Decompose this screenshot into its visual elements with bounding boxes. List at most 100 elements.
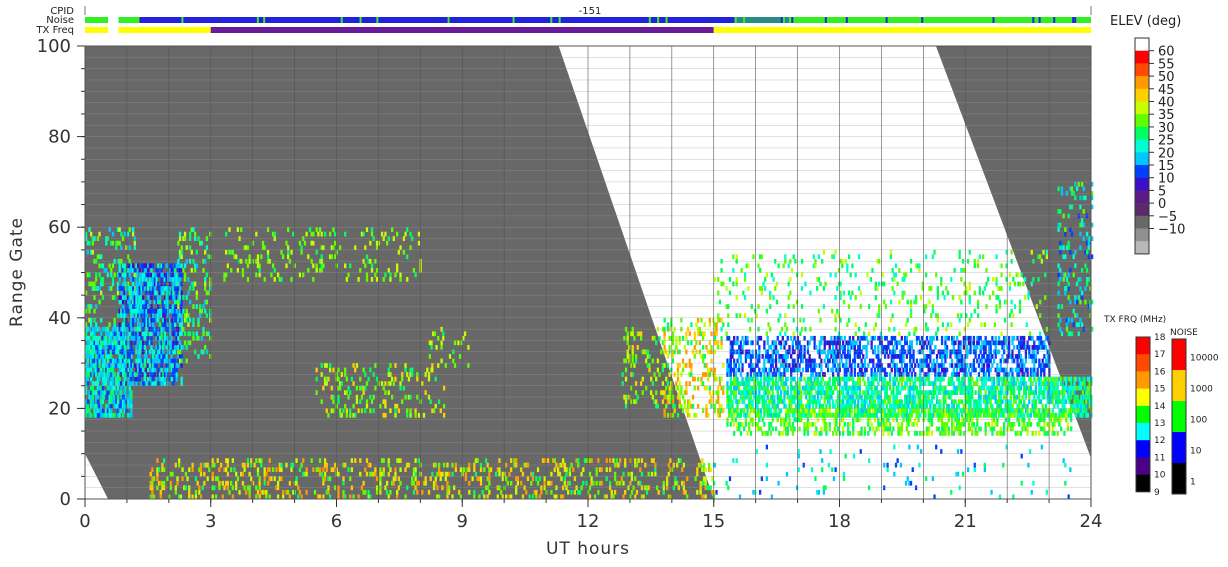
echo-cell [940,340,944,346]
echo-cell [389,277,392,282]
echo-cell [98,286,101,291]
echo-cell [945,344,949,350]
echo-cell [192,227,195,232]
echo-cell [708,322,711,328]
echo-cell [347,467,350,473]
echo-cell [722,363,725,368]
echo-cell [766,340,769,346]
echo-cell [411,367,414,373]
echo-cell [633,363,636,368]
echo-cell [185,295,188,300]
txfreq-row [85,27,1091,33]
echo-cell [95,272,98,278]
echo-cell [662,489,665,495]
echo-cell [612,458,615,463]
echo-cell [204,286,207,291]
echo-cell [959,340,962,346]
echo-cell [759,335,763,341]
echo-cell [86,403,89,409]
echo-cell [414,412,417,418]
echo-cell [111,263,115,269]
echo-cell [86,376,89,382]
echo-cell [133,240,136,246]
echo-cell [650,390,653,396]
echo-cell [715,376,718,382]
echo-cell [416,489,419,495]
echo-cell [758,344,761,350]
echo-cell [451,494,454,500]
echo-cell [90,367,93,373]
echo-cell [813,408,816,414]
echo-cell [736,335,739,341]
echo-cell [842,399,845,405]
echo-cell [113,331,116,337]
echo-cell [705,363,708,368]
echo-cell [1013,358,1016,364]
echo-cell [170,317,173,323]
echo-cell [1043,354,1046,359]
echo-cell [268,494,271,500]
echo-cell [763,358,766,364]
echo-cell [683,344,686,350]
echo-cell [795,381,798,386]
echo-cell [710,358,713,364]
echo-cell [739,340,743,346]
echo-cell [666,322,670,328]
echo-cell [741,376,744,382]
echo-cell [177,335,180,341]
echo-cell [126,335,130,341]
echo-cell [830,385,833,391]
echo-cell [280,277,283,282]
echo-cell [1043,367,1046,373]
echo-cell [175,272,178,278]
echo-cell [685,390,688,396]
echo-cell [848,354,851,359]
echo-cell [857,399,860,405]
noise-segment [789,17,1091,23]
noise-sample [657,17,660,23]
echo-cell [364,245,367,251]
echo-cell [909,381,912,386]
echo-cell [820,358,823,364]
echo-cell [332,245,335,251]
echo-cell [135,381,138,386]
echo-cell [123,403,126,409]
echo-cell [610,489,613,495]
echo-cell [786,354,789,359]
echo-cell [320,471,323,477]
echo-cell [1036,367,1039,373]
echo-cell [285,240,288,246]
echo-cell [101,277,105,282]
echo-cell [221,480,224,486]
echo-cell [396,403,399,409]
echo-cell [427,489,431,495]
echo-cell [865,344,868,350]
txfreq-segment [85,27,109,33]
echo-cell [888,376,892,382]
echo-cell [440,340,443,346]
echo-cell [310,458,313,463]
echo-cell [148,376,151,382]
echo-cell [899,340,902,346]
echo-cell [966,363,969,368]
echo-cell [150,331,153,337]
noise-sample [694,17,697,23]
echo-cell [974,354,977,359]
echo-cell [808,403,811,409]
echo-cell [712,480,716,486]
echo-cell [605,458,608,463]
echo-cell [910,340,914,346]
echo-cell [675,340,678,346]
echo-cell [467,363,470,368]
echo-cell [613,476,617,482]
echo-cell [160,331,163,337]
echo-cell [494,471,498,477]
echo-cell [263,467,266,473]
echo-cell [696,489,699,495]
echo-cell [521,471,525,477]
echo-cell [337,399,340,405]
noise-sample [743,17,746,23]
echo-cell [631,358,634,364]
echo-cell [942,376,945,382]
noise-sample [1074,17,1077,23]
